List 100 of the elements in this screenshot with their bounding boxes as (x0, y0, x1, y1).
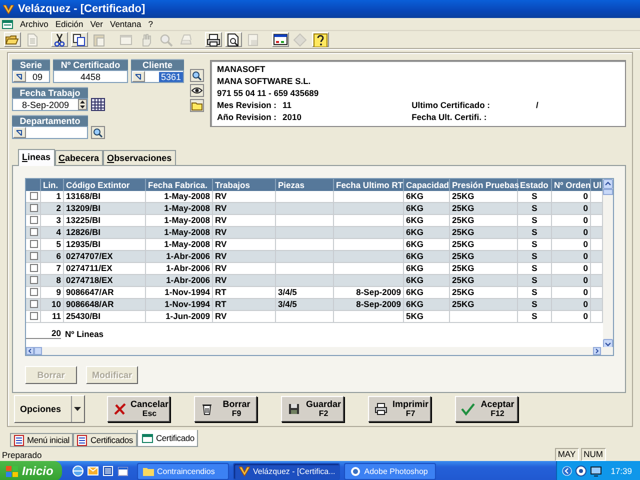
table-row[interactable]: 10 9086648/AR 1-Nov-1994 RT 3/4/5 8-Sep-2009 6KG 25KG S 0 (26, 299, 603, 312)
action-button[interactable]: Aceptar F12 (455, 396, 518, 422)
monitor-icon[interactable] (273, 32, 288, 46)
checkbox[interactable] (30, 288, 38, 296)
table-row[interactable]: 3 13225/BI 1-May-2008 RV 6KG 25KG S 0 (26, 215, 603, 228)
menu-item[interactable]: Archivo (20, 19, 48, 29)
search-button[interactable] (91, 126, 105, 139)
action-button[interactable]: Imprimir F7 (368, 396, 431, 422)
line-count-label: Nº Lineas (65, 328, 104, 339)
scroll-thumb[interactable] (603, 189, 613, 196)
table-row[interactable]: 4 12826/BI 1-May-2008 RV 6KG 25KG S 0 (26, 227, 603, 240)
table-cell: 11 (41, 311, 64, 324)
info-text: 971 55 04 11 - 659 435689 (217, 88, 320, 98)
table-row[interactable]: 6 0274707/EX 1-Abr-2006 RV 6KG 25KG S 0 (26, 251, 603, 264)
lookup-button[interactable] (13, 127, 26, 138)
document-tab[interactable]: Certificados (73, 433, 137, 447)
taskbar-button[interactable]: Adobe Photoshop (344, 462, 436, 480)
table-row[interactable]: 11 25430/BI 1-Jun-2009 RV 5KG S 0 (26, 311, 603, 324)
tab[interactable]: Cabecera (54, 150, 104, 166)
scroll-down-icon[interactable] (603, 339, 613, 350)
checkbox[interactable] (30, 216, 38, 224)
action-button[interactable]: Cancelar Esc (107, 396, 170, 422)
menu-item[interactable]: Ver (90, 19, 103, 29)
input-field[interactable]: 4458 (53, 70, 128, 83)
clock: 17:39 (610, 466, 632, 476)
scroll-up-icon[interactable] (603, 179, 613, 190)
app-logo-icon (239, 466, 250, 476)
field-label: Fecha Trabajo (12, 87, 88, 98)
table-row[interactable]: 1 13168/BI 1-May-2008 RV 6KG 25KG S 0 (26, 191, 603, 204)
search-button[interactable] (190, 69, 204, 82)
input-field[interactable]: 8-Sep-2009 (12, 98, 88, 111)
window-icon[interactable] (117, 465, 129, 477)
field-label: Cliente (131, 59, 184, 70)
checkbox[interactable] (30, 204, 38, 212)
line-count: 20 (26, 328, 61, 340)
checkbox[interactable] (30, 240, 38, 248)
table-row[interactable]: 7 0274711/EX 1-Abr-2006 RV 6KG 25KG S 0 (26, 263, 603, 276)
input-field[interactable]: 09 (12, 70, 50, 83)
document-tab[interactable]: Certificado (136, 430, 198, 447)
table-cell: 5KG (404, 311, 450, 324)
taskbar-button[interactable]: Velázquez - [Certifica... (233, 462, 340, 480)
info-label: Año Revision : (217, 112, 277, 122)
scissors-icon[interactable] (52, 32, 67, 46)
chevron-icon[interactable] (562, 465, 572, 477)
app-icon (350, 466, 362, 476)
info-value: 11 (282, 100, 293, 110)
cross-icon (113, 402, 127, 416)
action-button[interactable]: Guardar F2 (281, 396, 344, 422)
table-row[interactable]: 8 0274718/EX 1-Abr-2006 RV 6KG 25KG S 0 (26, 275, 603, 288)
folder-button[interactable] (190, 99, 204, 112)
menu-item[interactable]: ? (148, 19, 153, 29)
checkbox[interactable] (30, 276, 38, 284)
lookup-button[interactable] (132, 71, 145, 82)
envelope-icon[interactable] (87, 465, 99, 477)
input-field[interactable] (12, 126, 88, 139)
preview-icon[interactable] (226, 32, 241, 46)
taskbar-button[interactable]: Contraincendios (137, 462, 229, 480)
lookup-button[interactable] (13, 71, 26, 82)
scroll-left-icon[interactable] (26, 347, 34, 356)
checkbox[interactable] (30, 228, 38, 236)
printer-icon[interactable] (206, 32, 221, 46)
tab[interactable]: Observaciones (103, 150, 176, 166)
printer-icon (374, 402, 388, 416)
table-row[interactable]: 2 13209/BI 1-May-2008 RV 6KG 25KG S 0 (26, 203, 603, 216)
help-icon[interactable] (313, 32, 328, 46)
menu-item[interactable]: Edición (55, 19, 84, 29)
status-indicator: NUM (580, 448, 606, 461)
folder-icon[interactable] (5, 32, 20, 46)
table-cell: 0 (552, 311, 591, 324)
info-value: / (534, 100, 540, 110)
monitor-icon[interactable] (590, 465, 602, 477)
checkbox[interactable] (30, 300, 38, 308)
menu-item[interactable]: Ventana (110, 19, 142, 29)
checkbox[interactable] (30, 192, 38, 200)
trash-icon (200, 402, 214, 416)
form-icon (142, 434, 153, 442)
checkbox[interactable] (30, 312, 38, 320)
tab[interactable]: Lineas (18, 149, 55, 166)
checkbox[interactable] (30, 264, 38, 272)
table-row[interactable]: 5 12935/BI 1-May-2008 RV 6KG 25KG S 0 (26, 239, 603, 252)
input-field[interactable]: 5361 (131, 70, 184, 83)
options-dropdown[interactable]: Opciones (14, 395, 85, 424)
status-indicator: MAY (554, 448, 579, 461)
eye-button[interactable] (190, 84, 204, 97)
action-button[interactable]: Borrar F9 (194, 396, 257, 422)
scroll-thumb[interactable] (34, 347, 42, 356)
copy-icon[interactable] (72, 32, 87, 46)
document-icon[interactable] (102, 465, 114, 477)
table-row[interactable]: 9 9086647/AR 1-Nov-1994 RT 3/4/5 8-Sep-2009 6KG 25KG S 0 (26, 287, 603, 300)
calendar-button[interactable] (91, 98, 105, 111)
globe-icon[interactable] (72, 465, 84, 477)
checkmark-icon (461, 402, 475, 416)
flag-icon (6, 466, 18, 476)
document-tab[interactable]: Menú inicial (10, 433, 74, 447)
info-label: Fecha Ult. Certifi. : (412, 112, 488, 122)
spinner-icon[interactable] (78, 99, 87, 110)
checkbox[interactable] (30, 252, 38, 260)
scroll-right-icon[interactable] (593, 347, 601, 356)
arrow-icon (16, 74, 23, 80)
window-icon (2, 20, 13, 28)
